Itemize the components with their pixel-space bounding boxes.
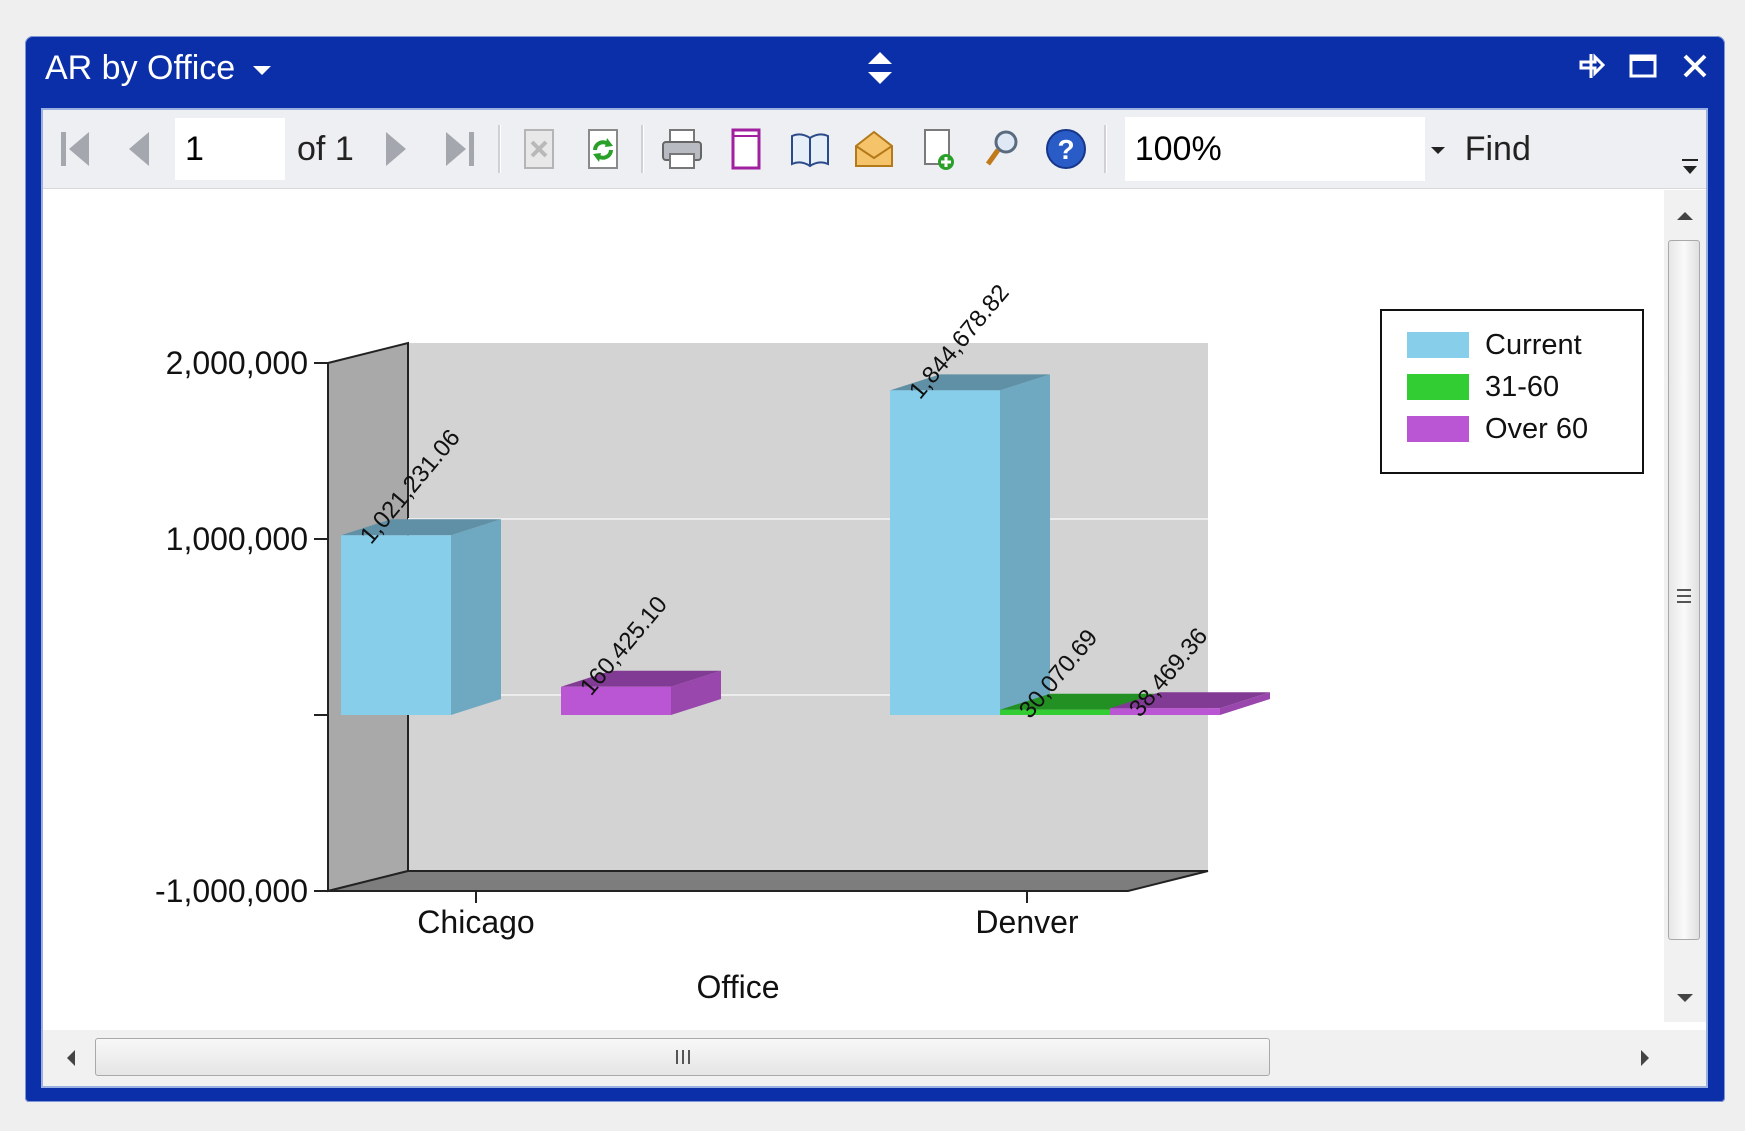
toolbar-separator [1103,125,1107,173]
scroll-down-icon[interactable] [1664,984,1706,1014]
y-tick-label: -1,000,000 [155,873,308,909]
chart-floor [327,870,1209,892]
legend-label: Current [1485,329,1582,361]
x-tick-label: Denver [975,904,1079,940]
scroll-left-icon[interactable] [55,1030,85,1086]
y-tick-label: 1,000,000 [166,521,308,557]
scroll-up-icon[interactable] [1664,200,1706,230]
print-icon[interactable] [659,126,705,172]
close-icon[interactable] [1679,50,1711,82]
help-icon[interactable]: ? [1043,126,1089,172]
bar-current [341,535,451,715]
toolbar-overflow-icon[interactable] [1678,154,1702,180]
export-icon[interactable] [915,126,961,172]
grip-icon [676,1050,690,1064]
toolbar-separator [640,125,644,173]
toggle-doc-map-icon[interactable] [787,126,833,172]
email-icon[interactable] [851,126,897,172]
report-viewer: 1 of 1 ? 100% Find 2,000,000 1,000,000 -… [41,108,1708,1088]
horizontal-scroll-thumb[interactable] [95,1038,1270,1076]
zoom-select[interactable]: 100% [1124,117,1445,181]
ar-by-office-chart: 2,000,000 1,000,000 -1,000,000 Chicago Denve… [155,279,1644,1005]
x-tick-label: Chicago [417,904,534,940]
stop-icon[interactable] [516,126,562,172]
resize-handle-icon[interactable] [865,50,895,86]
scrollbar-corner [1664,1030,1706,1086]
chart-area: 2,000,000 1,000,000 -1,000,000 Chicago Denve… [43,190,1665,1022]
bar-over-60 [561,686,671,715]
y-tick-label: 2,000,000 [166,345,308,381]
zoom-dropdown-icon[interactable] [1430,147,1445,154]
window-title: AR by Office [45,48,236,87]
refresh-icon[interactable] [580,126,626,172]
bar-31-60 [1000,709,1110,715]
legend-swatch [1407,374,1469,400]
find-input[interactable]: Find [1465,130,1531,169]
bar-current [890,390,1000,715]
scroll-right-icon[interactable] [1631,1030,1661,1086]
grip-icon [1677,589,1691,603]
next-page-icon[interactable] [373,126,419,172]
dock-icon[interactable] [1575,50,1607,82]
last-page-icon[interactable] [437,126,483,172]
page-layout-icon[interactable] [723,126,769,172]
report-toolbar: 1 of 1 ? 100% Find [43,110,1706,189]
page-of-label: of 1 [297,129,354,168]
first-page-icon[interactable] [52,126,98,172]
vertical-scrollbar[interactable] [1664,190,1706,1022]
svg-text:?: ? [1057,134,1074,165]
title-bar[interactable]: AR by Office [25,36,1725,100]
horizontal-scrollbar[interactable] [43,1030,1665,1086]
x-axis-title: Office [697,969,780,1005]
legend-swatch [1407,332,1469,358]
chart-back-wall [408,343,1208,871]
legend-label: 31-60 [1485,371,1559,403]
toolbar-separator [497,125,501,173]
report-window: AR by Office 1 of 1 ? 100% Find 2,000,00… [25,36,1725,1102]
vertical-scroll-thumb[interactable] [1668,240,1700,940]
prev-page-icon[interactable] [116,126,162,172]
title-dropdown-icon[interactable] [253,65,272,75]
legend-label: Over 60 [1485,413,1588,445]
legend-swatch [1407,416,1469,442]
bar-side [451,519,501,715]
search-icon[interactable] [979,126,1025,172]
maximize-icon[interactable] [1627,50,1659,82]
bar-over-60 [1110,708,1220,715]
page-number-input[interactable]: 1 [175,118,285,180]
bar-side [1000,374,1050,715]
